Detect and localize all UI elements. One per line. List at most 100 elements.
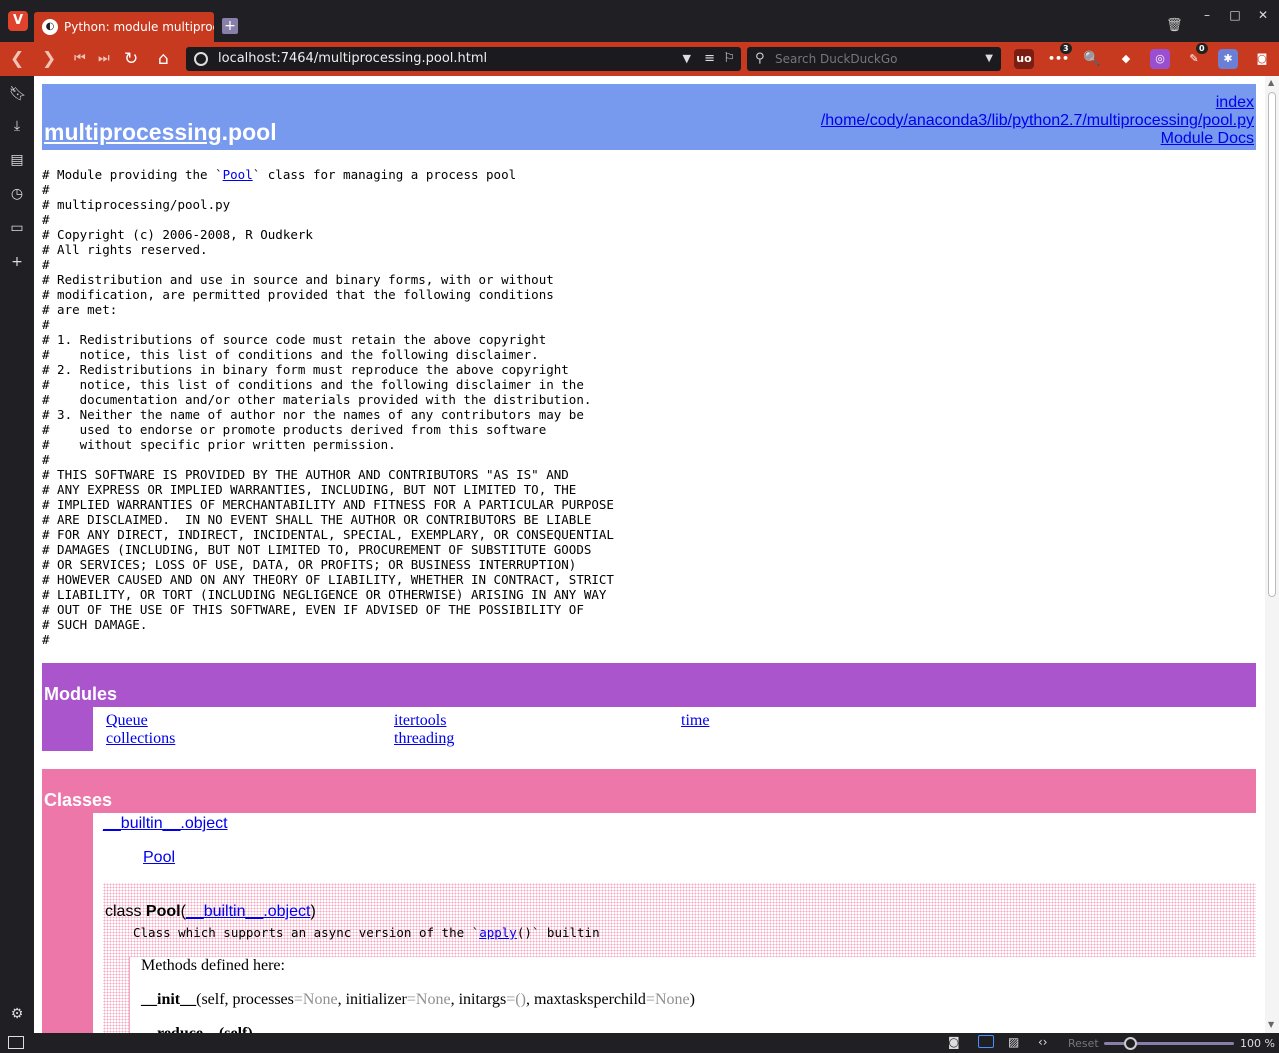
classes-title: Classes	[44, 790, 113, 810]
ublock-extension-icon[interactable]: uo	[1014, 49, 1034, 69]
bookmark-page-icon[interactable]: ⚐	[723, 47, 735, 71]
globe-icon	[194, 52, 208, 66]
docstring-line: # multiprocessing/pool.py	[42, 197, 231, 212]
pool-class-link[interactable]: Pool	[143, 849, 175, 866]
docstring-line: # ARE DISCLAIMED. IN NO EVENT SHALL THE …	[42, 512, 592, 527]
scroll-down-icon[interactable]: ▼	[1268, 1020, 1274, 1029]
back-icon[interactable]: ❮	[10, 50, 24, 68]
init-method-args: (self, processes=None, initializer=None,…	[196, 991, 695, 1008]
modules-col-2: itertools threading	[394, 712, 454, 748]
address-toolbar: ❮ ❯ ⏮ ⏭ ↻ ⌂ localhost:7464/multiprocessi…	[0, 42, 1279, 76]
downloads-icon[interactable]: ⤓	[9, 118, 25, 134]
translate-extension-icon[interactable]: ✱	[1218, 49, 1238, 69]
url-dropdown-icon[interactable]: ▼	[683, 47, 691, 71]
module-link-time[interactable]: time	[681, 712, 709, 729]
bookmarks-icon[interactable]: 🔖︎	[9, 86, 27, 102]
feather-extension-icon[interactable]: ✎ 0	[1184, 43, 1208, 69]
url-text: localhost:7464/multiprocessing.pool.html	[218, 51, 488, 66]
classes-header: Classes	[42, 769, 1256, 813]
search-icon: ⚲	[755, 51, 765, 66]
docstring-line: # ANY EXPRESS OR IMPLIED WARRANTIES, INC…	[42, 482, 577, 497]
search-field[interactable]: ⚲ Search DuckDuckGo ▼	[747, 47, 1001, 71]
mask-extension-icon[interactable]: ◙	[1252, 49, 1272, 69]
default-value: =None	[645, 991, 690, 1008]
module-suffix: .pool	[221, 119, 277, 145]
docstring-line: # IMPLIED WARRANTIES OF MERCHANTABILITY …	[42, 497, 614, 512]
scrollbar-thumb[interactable]	[1268, 92, 1276, 597]
search-engine-dropdown-icon[interactable]: ▼	[985, 47, 993, 71]
vivaldi-menu-icon[interactable]: V	[8, 11, 28, 31]
module-link-collections[interactable]: collections	[106, 730, 175, 747]
module-link-itertools[interactable]: itertools	[394, 712, 446, 729]
module-header: multiprocessing.pool index /home/cody/an…	[42, 84, 1256, 150]
scroll-up-icon[interactable]: ▲	[1268, 78, 1274, 87]
reader-view-icon[interactable]: ≡	[704, 47, 715, 71]
rewind-icon[interactable]: ⏮	[74, 50, 86, 68]
close-icon[interactable]: ✕	[1256, 8, 1270, 22]
tab-active[interactable]: ◐ Python: module multiproce	[34, 12, 214, 42]
module-link-queue[interactable]: Queue	[106, 712, 148, 729]
methods-title: Methods defined here:	[141, 957, 285, 974]
notes-icon[interactable]: ▤	[9, 152, 25, 168]
pool-link[interactable]: Pool	[223, 167, 253, 182]
url-field[interactable]: localhost:7464/multiprocessing.pool.html…	[186, 47, 741, 71]
screenshot-icon[interactable]: ◙	[948, 1035, 960, 1049]
reload-icon[interactable]: ↻	[124, 50, 138, 68]
default-value: =None	[406, 991, 451, 1008]
docstring-line: #	[42, 257, 50, 272]
docstring-line: # FOR ANY DIRECT, INDIRECT, INCIDENTAL, …	[42, 527, 614, 542]
feather-extension-badge: 0	[1196, 43, 1208, 54]
builtin-object-link[interactable]: __builtin__.object	[103, 815, 228, 832]
panel-toggle-icon[interactable]	[8, 1036, 24, 1049]
new-tab-button[interactable]: +	[222, 18, 238, 34]
settings-gear-icon[interactable]: ⚙	[9, 1006, 25, 1022]
modules-col-1: Queue collections	[106, 712, 175, 748]
minimize-icon[interactable]: –	[1200, 8, 1214, 22]
zoom-slider[interactable]	[1104, 1037, 1234, 1050]
window-panel-icon[interactable]: ▭	[9, 220, 25, 236]
home-icon[interactable]: ⌂	[158, 50, 169, 68]
page-actions-icon[interactable]: ‹›	[1038, 1035, 1048, 1049]
argument-text: (self, processes	[196, 991, 294, 1008]
forward-icon[interactable]: ❯	[42, 50, 56, 68]
class-name: Pool	[145, 903, 181, 920]
magnifier-extension-icon[interactable]: 🔍	[1082, 49, 1102, 69]
classes-margin	[42, 813, 93, 1033]
privacy-extension-icon[interactable]: ◎	[1150, 49, 1170, 69]
source-file-link[interactable]: /home/cody/anaconda3/lib/python2.7/multi…	[821, 112, 1254, 129]
apply-link[interactable]: apply	[479, 925, 517, 940]
docstring-line: # modification, are permitted provided t…	[42, 287, 554, 302]
images-toggle-icon[interactable]: ▨	[1008, 1035, 1019, 1049]
docstring-lines: # # multiprocessing/pool.py # # Copyright (…	[42, 182, 614, 647]
docstring-line: #	[42, 317, 50, 332]
module-docs-link[interactable]: Module Docs	[1161, 130, 1254, 147]
maximize-icon[interactable]: □	[1228, 8, 1242, 22]
add-panel-icon[interactable]: +	[9, 254, 25, 270]
class-base-link[interactable]: __builtin__.object	[186, 903, 311, 920]
tiling-icon[interactable]	[978, 1035, 994, 1048]
vertical-scrollbar[interactable]: ▲ ▼	[1265, 76, 1279, 1033]
docstring-line: # 3. Neither the name of author nor the …	[42, 407, 584, 422]
argument-text: , maxtasksperchild	[525, 991, 646, 1008]
argument-text: )	[689, 991, 695, 1008]
modules-col-3: time	[681, 712, 709, 730]
docstring-line: # LIABILITY, OR TORT (INCLUDING NEGLIGEN…	[42, 587, 607, 602]
class-tree-root: __builtin__.object	[103, 815, 228, 833]
docstring-line: # OR SERVICES; LOSS OF USE, DATA, OR PRO…	[42, 557, 577, 572]
zoom-reset-button[interactable]: Reset	[1068, 1037, 1099, 1050]
default-value: =None	[293, 991, 338, 1008]
zoom-slider-knob[interactable]	[1124, 1037, 1137, 1050]
docstring-line: # notice, this list of conditions and th…	[42, 347, 539, 362]
index-link[interactable]: index	[1216, 94, 1254, 111]
docstring-line: # DAMAGES (INCLUDING, BUT NOT LIMITED TO…	[42, 542, 592, 557]
fastforward-icon[interactable]: ⏭	[98, 50, 110, 68]
dots-extension-icon[interactable]: ••• 3	[1048, 43, 1072, 69]
puzzle-extension-icon[interactable]: ◆	[1116, 49, 1136, 69]
docstring-line: # are met:	[42, 302, 118, 317]
docstring-line: # used to endorse or promote products de…	[42, 422, 547, 437]
history-icon[interactable]: ◷	[9, 186, 25, 202]
trash-icon[interactable]: 🗑	[1166, 18, 1183, 34]
module-link-threading[interactable]: threading	[394, 730, 454, 747]
module-name-link[interactable]: multiprocessing	[44, 119, 222, 145]
zoom-level: 100 %	[1240, 1037, 1275, 1050]
